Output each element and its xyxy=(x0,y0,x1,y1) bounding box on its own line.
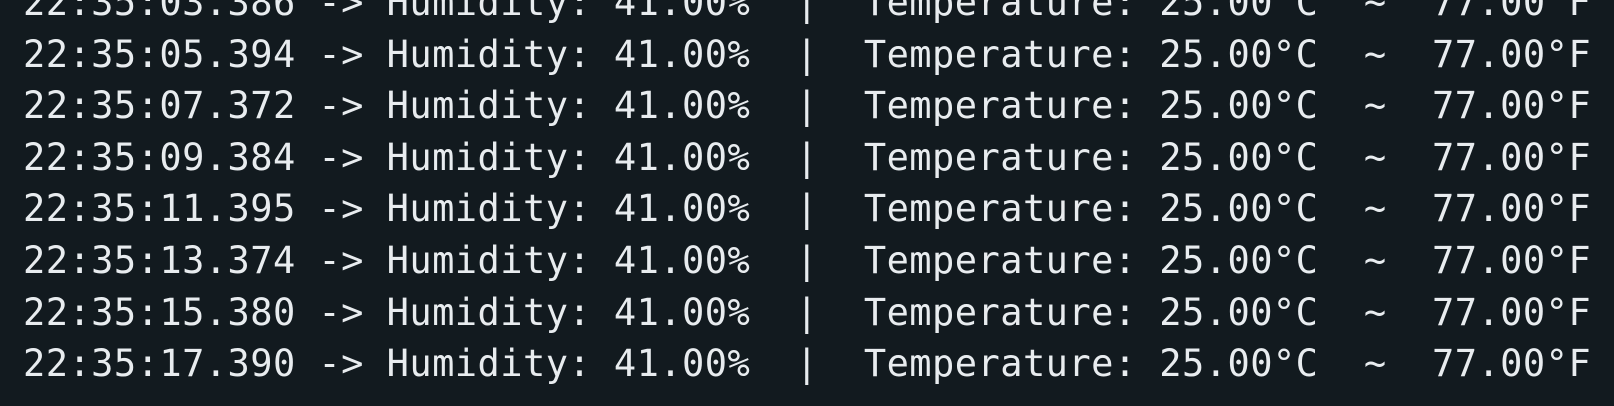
log-line: 22:35:11.395 -> Humidity: 41.00% | Tempe… xyxy=(23,187,1592,231)
log-line: 22:35:05.394 -> Humidity: 41.00% | Tempe… xyxy=(23,32,1592,76)
log-line: 22:35:17.390 -> Humidity: 41.00% | Tempe… xyxy=(23,342,1592,386)
log-line: 22:35:09.384 -> Humidity: 41.00% | Tempe… xyxy=(23,135,1592,179)
log-line: 22:35:03.386 -> Humidity: 41.00% | Tempe… xyxy=(23,0,1592,24)
serial-monitor-output[interactable]: 22:35:03.386 -> Humidity: 41.00% | Tempe… xyxy=(0,0,1614,406)
log-line: 22:35:07.372 -> Humidity: 41.00% | Tempe… xyxy=(23,84,1592,128)
log-line: 22:35:15.380 -> Humidity: 41.00% | Tempe… xyxy=(23,290,1592,334)
log-lines: 22:35:03.386 -> Humidity: 41.00% | Tempe… xyxy=(23,0,1591,390)
log-line: 22:35:13.374 -> Humidity: 41.00% | Tempe… xyxy=(23,238,1592,282)
